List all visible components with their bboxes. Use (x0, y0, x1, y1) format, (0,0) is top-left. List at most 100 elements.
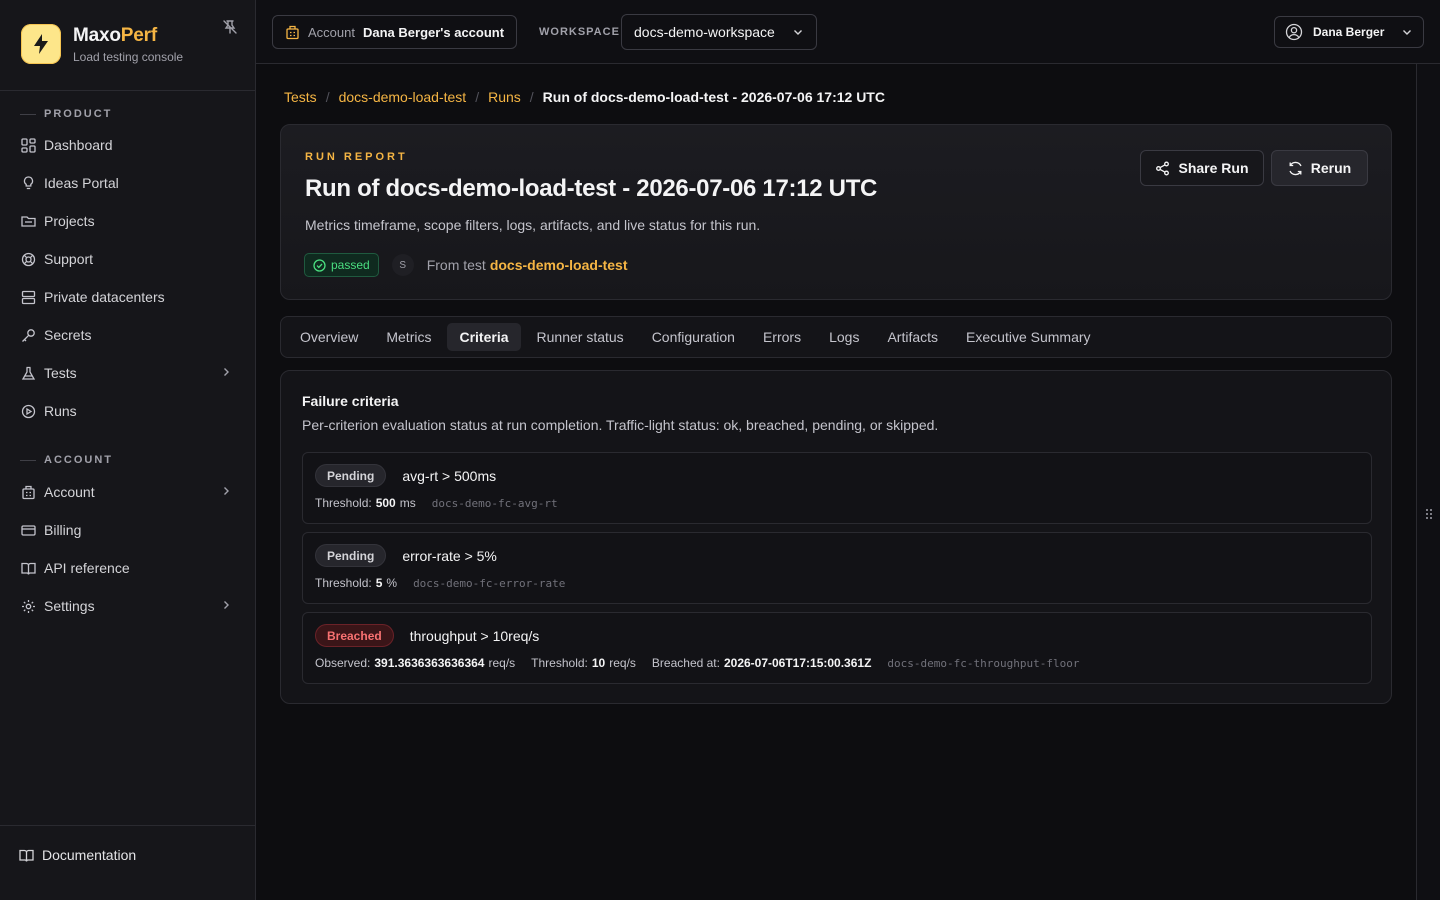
rerun-button[interactable]: Rerun (1271, 150, 1368, 186)
credit-card-icon (20, 522, 36, 538)
sidebar-item-label: Private datacenters (44, 289, 165, 305)
check-circle-icon (313, 258, 326, 272)
account-key: Account (308, 24, 355, 40)
sidebar-item-support[interactable]: Support (12, 242, 244, 276)
sidebar-item-label: Ideas Portal (44, 175, 119, 191)
workspace-label: WORKSPACE (539, 26, 620, 38)
sidebar-item-documentation[interactable]: Documentation (10, 838, 242, 872)
play-circle-icon (20, 403, 36, 419)
user-menu-button[interactable]: Dana Berger (1274, 16, 1424, 48)
account-switcher[interactable]: Account Dana Berger's account (272, 15, 518, 49)
status-label: passed (331, 258, 370, 272)
tab-artifacts[interactable]: Artifacts (875, 323, 950, 351)
chevron-right-icon (220, 599, 232, 611)
threshold: Threshold: 5% (315, 576, 398, 590)
run-tabs: Overview Metrics Criteria Runner status … (280, 316, 1392, 358)
section-product: PRODUCT (20, 108, 112, 120)
status-badge: Pending (315, 464, 387, 487)
sidebar-item-account[interactable]: Account (12, 475, 244, 509)
breadcrumb-separator: / (529, 89, 534, 105)
sidebar-item-label: Runs (44, 403, 77, 419)
sidebar-item-label: Dashboard (44, 137, 113, 153)
observed: Observed: 391.3636363636364 req/s (315, 656, 516, 670)
sidebar-item-api-reference[interactable]: API reference (12, 551, 244, 585)
drag-handle-icon[interactable] (1425, 508, 1433, 520)
user-name: Dana Berger (1313, 25, 1385, 39)
tab-metrics[interactable]: Metrics (374, 323, 443, 351)
breadcrumb-test[interactable]: docs-demo-load-test (339, 89, 467, 105)
chevron-down-icon (1401, 26, 1413, 38)
sidebar-item-ideas-portal[interactable]: Ideas Portal (12, 166, 244, 200)
share-run-button[interactable]: Share Run (1140, 150, 1264, 186)
tab-overview[interactable]: Overview (288, 323, 370, 351)
criterion-name: error-rate > 5% (402, 547, 497, 564)
tab-criteria[interactable]: Criteria (447, 323, 521, 351)
threshold: Threshold: 10 req/s (531, 656, 636, 670)
threshold: Threshold: 500 ms (315, 496, 416, 510)
status-badge: Pending (315, 544, 387, 567)
panel-subtitle: Per-criterion evaluation status at run c… (302, 417, 939, 433)
dashboard-icon (20, 137, 36, 153)
refresh-icon (1288, 161, 1303, 176)
tab-configuration[interactable]: Configuration (640, 323, 747, 351)
page-title: Run of docs-demo-load-test - 2026-07-06 … (305, 175, 878, 202)
workspace-value: docs-demo-workspace (634, 24, 775, 40)
sidebar-item-label: API reference (44, 560, 130, 576)
workspace-select[interactable]: docs-demo-workspace (621, 14, 817, 50)
building-icon (285, 25, 300, 40)
tab-logs[interactable]: Logs (817, 323, 871, 351)
chevron-right-icon (220, 485, 232, 497)
brand-name: MaxoPerf (73, 24, 157, 46)
criterion-id: docs-demo-fc-throughput-floor (887, 657, 1080, 670)
criterion-card: Breached throughput > 10req/s Observed: 3… (302, 612, 1372, 684)
section-account: ACCOUNT (20, 454, 113, 466)
tab-executive-summary[interactable]: Executive Summary (954, 323, 1102, 351)
account-value: Dana Berger's account (362, 24, 505, 40)
status-badge: passed (304, 253, 379, 277)
brand[interactable]: MaxoPerf Load testing console (21, 24, 183, 64)
chevron-right-icon (220, 366, 232, 378)
sidebar-item-tests[interactable]: Tests (12, 356, 244, 390)
bolt-icon (21, 24, 61, 64)
breadcrumb-runs[interactable]: Runs (488, 89, 521, 105)
key-icon (20, 327, 36, 343)
sidebar-item-runs[interactable]: Runs (12, 394, 244, 428)
failure-criteria-panel: Failure criteria Per-criterion evaluatio… (280, 370, 1392, 704)
breadcrumb-current: Run of docs-demo-load-test - 2026-07-06 … (542, 89, 885, 105)
from-test-link[interactable]: docs-demo-load-test (490, 257, 628, 273)
criterion-name: avg-rt > 500ms (402, 467, 497, 484)
criterion-name: throughput > 10req/s (409, 627, 540, 644)
run-report-header: RUN REPORT Run of docs-demo-load-test - … (280, 124, 1392, 300)
unpin-icon[interactable] (220, 17, 240, 37)
breadcrumb-tests[interactable]: Tests (284, 89, 317, 105)
avatar: S (391, 254, 414, 276)
tab-runner-status[interactable]: Runner status (525, 323, 636, 351)
flask-icon (20, 365, 36, 381)
sidebar: MaxoPerf Load testing console PRODUCT Da… (0, 0, 256, 900)
status-badge: Breached (315, 624, 394, 647)
sidebar-item-projects[interactable]: Projects (12, 204, 244, 238)
sidebar-item-label: Documentation (42, 847, 137, 863)
from-test: From test docs-demo-load-test (426, 257, 628, 273)
chevron-down-icon (792, 26, 804, 38)
sidebar-item-label: Secrets (44, 327, 92, 343)
sidebar-item-settings[interactable]: Settings (12, 589, 244, 623)
right-panel-rail (1416, 64, 1440, 900)
sidebar-divider (0, 90, 255, 91)
sidebar-item-label: Account (44, 484, 95, 500)
criterion-card: Pending avg-rt > 500ms Threshold: 500 ms d… (302, 452, 1372, 524)
brand-subtitle: Load testing console (73, 49, 184, 64)
sidebar-item-label: Support (44, 251, 94, 267)
book-icon (20, 560, 36, 576)
breadcrumb-separator: / (475, 89, 480, 105)
criterion-id: docs-demo-fc-error-rate (413, 577, 566, 590)
sidebar-item-billing[interactable]: Billing (12, 513, 244, 547)
run-status-row: passed S From test docs-demo-load-test (304, 253, 628, 277)
sidebar-item-private-datacenters[interactable]: Private datacenters (12, 280, 244, 314)
sidebar-item-secrets[interactable]: Secrets (12, 318, 244, 352)
share-icon (1155, 161, 1170, 176)
breadcrumb-separator: / (325, 89, 330, 105)
tab-errors[interactable]: Errors (751, 323, 813, 351)
sidebar-item-dashboard[interactable]: Dashboard (12, 128, 244, 162)
sidebar-item-label: Billing (44, 522, 82, 538)
